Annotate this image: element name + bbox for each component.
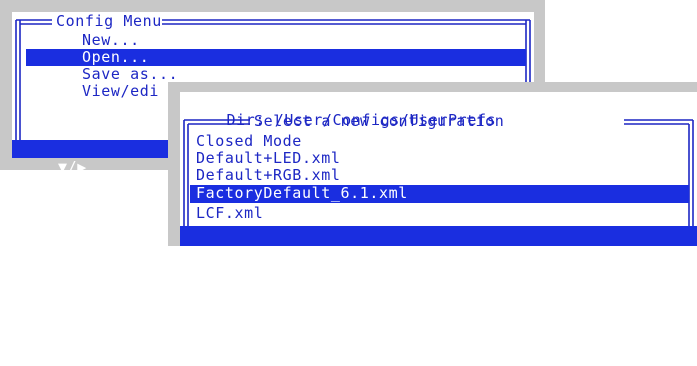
diamond-icon: ♦ (122, 176, 132, 194)
menu-item-new[interactable]: New... (82, 32, 140, 49)
menu-item-view-edit[interactable]: View/edi (82, 83, 159, 100)
list-item-default-led[interactable]: Default+LED.xml (196, 150, 340, 167)
nav-arrows-icon[interactable]: ▼/▶ (58, 158, 87, 176)
file-dialog-bottom-bar: + Dir ♦ ♦ ♦ CANCEL ♦ SELECT (180, 226, 697, 345)
list-item-factory-default-label: FactoryDefault_6.1.xml (196, 184, 408, 202)
list-item-factory-default[interactable]: FactoryDefault_6.1.xml (190, 185, 689, 203)
cancel-softkey[interactable]: ♦ CANCEL (518, 306, 595, 326)
list-item-default-rgb[interactable]: Default+RGB.xml (196, 167, 340, 184)
list-item-closed-mode[interactable]: Closed Mode (196, 133, 302, 150)
list-item-lcf[interactable]: LCF.xml (196, 205, 263, 222)
menu-item-open-label: Open... (82, 48, 150, 66)
file-dialog-window: Dir: /User/Configs/UserPrefs Select a ne… (180, 92, 697, 345)
dir-softkey[interactable]: + Dir (182, 246, 230, 266)
softkey-separator-icon: ♦ (422, 287, 432, 305)
softkey-separator-icon: ♦ (292, 267, 302, 285)
select-softkey[interactable]: ♦ SELECT (611, 326, 688, 346)
config-menu-title: Config Menu (56, 12, 162, 30)
menu-item-open[interactable]: Open... (26, 49, 526, 66)
file-dialog-title: Select a new configuration (254, 112, 505, 130)
menu-item-save-as[interactable]: Save as... (82, 66, 178, 83)
